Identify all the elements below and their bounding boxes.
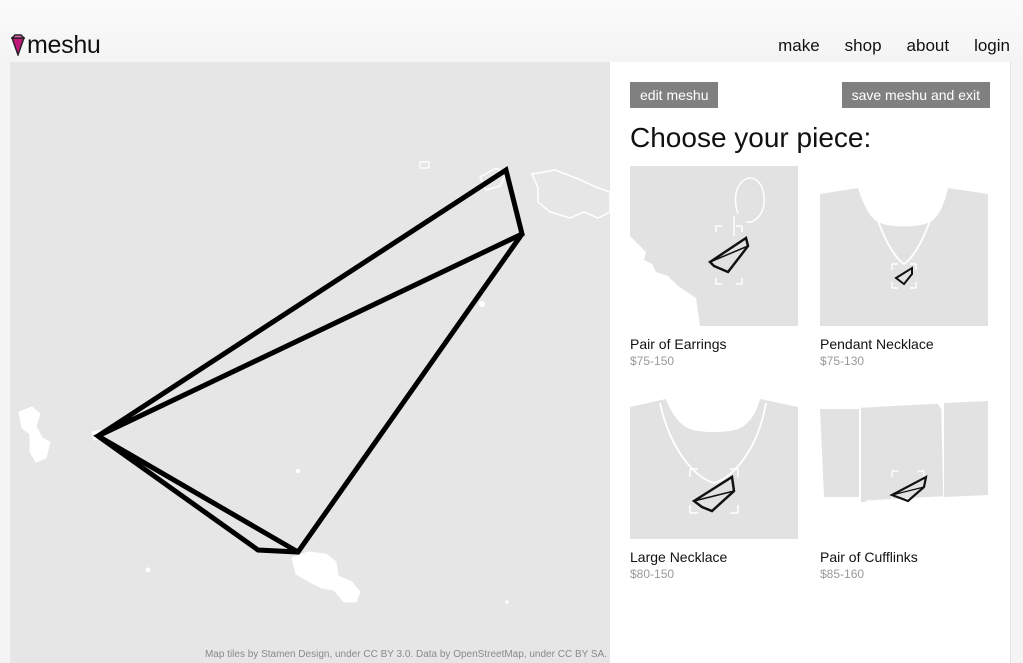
nav-shop[interactable]: shop bbox=[845, 36, 882, 56]
piece-name: Large Necklace bbox=[630, 549, 728, 565]
piece-price: $80-150 bbox=[630, 567, 675, 581]
map-view[interactable]: Map tiles by Stamen Design, under CC BY … bbox=[10, 62, 610, 663]
cufflinks-preview-image bbox=[820, 401, 988, 504]
edit-meshu-button[interactable]: edit meshu bbox=[630, 82, 719, 108]
page-title: Choose your piece: bbox=[630, 122, 872, 153]
piece-name: Pair of Cufflinks bbox=[820, 549, 918, 565]
piece-price: $75-130 bbox=[820, 354, 865, 368]
nav-make[interactable]: make bbox=[778, 36, 820, 56]
brand-name: meshu bbox=[27, 30, 101, 59]
piece-price: $85-160 bbox=[820, 567, 865, 581]
map-attribution[interactable]: Map tiles by Stamen Design, under CC BY … bbox=[205, 649, 607, 660]
nav-about[interactable]: about bbox=[907, 36, 950, 56]
piece-name: Pair of Earrings bbox=[630, 336, 727, 352]
gem-icon bbox=[11, 34, 25, 56]
piece-price: $75-150 bbox=[630, 354, 675, 368]
save-and-exit-button[interactable]: save meshu and exit bbox=[841, 82, 990, 108]
large-necklace-preview-image bbox=[630, 399, 798, 539]
earrings-preview-image bbox=[630, 166, 798, 326]
piece-earrings[interactable]: Pair of Earrings $75-150 bbox=[630, 166, 800, 368]
piece-name: Pendant Necklace bbox=[820, 336, 934, 352]
piece-large-necklace[interactable]: Large Necklace $80-150 bbox=[630, 379, 800, 581]
piece-pendant-necklace[interactable]: Pendant Necklace $75-130 bbox=[820, 166, 990, 368]
logo[interactable]: meshu bbox=[11, 30, 101, 60]
pendant-preview-image bbox=[820, 187, 988, 326]
piece-cufflinks[interactable]: Pair of Cufflinks $85-160 bbox=[820, 379, 990, 581]
nav-login[interactable]: login bbox=[974, 36, 1010, 56]
piece-panel: edit meshu save meshu and exit Choose yo… bbox=[610, 62, 1011, 663]
map-canvas bbox=[18, 161, 610, 604]
meshu-shape bbox=[93, 165, 525, 555]
top-nav: make shop about login bbox=[753, 36, 1010, 56]
